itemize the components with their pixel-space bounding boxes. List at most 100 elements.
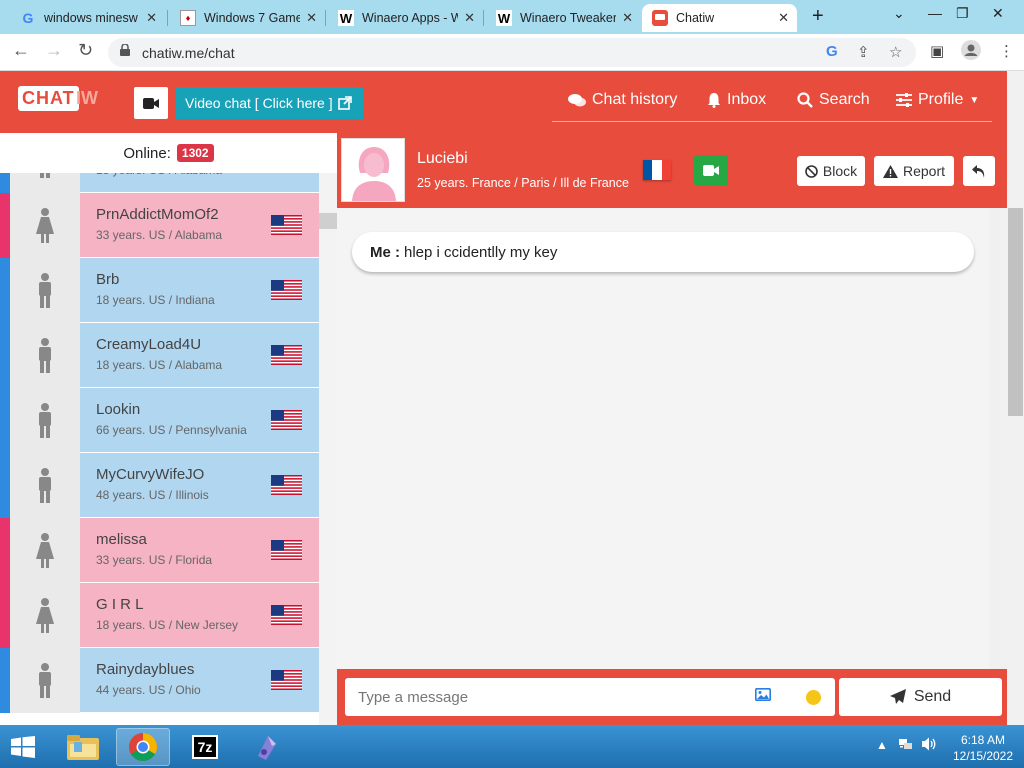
image-upload-icon[interactable]	[755, 688, 771, 701]
7zip-taskbar-button[interactable]: 7z	[178, 728, 232, 766]
tab-label: Winaero Apps - W	[362, 11, 458, 25]
list-item[interactable]: MyCurvyWifeJO 48 years. US / Illinois	[0, 453, 319, 518]
message-text: hlep i ccidentlly my key	[404, 243, 558, 261]
user-name: G I R L	[96, 596, 144, 613]
sidebar-scrollbar[interactable]	[319, 173, 337, 725]
lock-icon	[120, 44, 130, 56]
female-icon	[10, 193, 80, 258]
user-name: Brb	[96, 271, 120, 288]
ban-icon	[805, 164, 818, 178]
app-icon	[258, 736, 276, 760]
list-item[interactable]: Brb 18 years. US / Indiana	[0, 258, 319, 323]
gender-stripe	[0, 388, 10, 453]
chrome-taskbar-button[interactable]	[116, 728, 170, 766]
list-item[interactable]: Lookin 66 years. US / Pennsylvania	[0, 388, 319, 453]
show-hidden-icons-icon[interactable]: ▲	[876, 738, 888, 752]
messages-scrollbar[interactable]	[989, 208, 1007, 669]
windows-logo-icon	[11, 736, 35, 758]
bookmark-star-icon[interactable]: ☆	[889, 43, 902, 61]
user-name: Rainydayblues	[96, 661, 195, 678]
list-item[interactable]: 18 years. US / Alabama	[0, 173, 319, 193]
nav-inbox-label: Inbox	[727, 91, 767, 108]
browser-tab-2[interactable]: ♦ Windows 7 Game ✕	[170, 4, 325, 32]
list-item[interactable]: Rainydayblues 44 years. US / Ohio	[0, 648, 319, 713]
volume-icon[interactable]	[921, 736, 937, 755]
start-video-call-button[interactable]	[694, 155, 728, 186]
chrome-icon	[129, 733, 157, 761]
block-button[interactable]: Block	[797, 156, 865, 186]
google-translate-icon[interactable]: G	[826, 43, 838, 60]
gender-stripe	[0, 173, 10, 193]
user-info: 48 years. US / Illinois	[96, 488, 209, 502]
network-icon[interactable]	[898, 736, 914, 755]
browser-tab-4[interactable]: W Winaero Tweaker ✕	[486, 4, 641, 32]
start-button[interactable]	[0, 728, 46, 766]
gender-stripe	[0, 258, 10, 323]
list-item[interactable]: G I R L 18 years. US / New Jersey	[0, 583, 319, 648]
folder-icon	[67, 735, 99, 760]
us-flag-icon	[271, 475, 302, 495]
share-icon[interactable]: ⇪	[857, 43, 870, 61]
list-item[interactable]: melissa 33 years. US / Florida	[0, 518, 319, 583]
user-info: 33 years. US / Florida	[96, 553, 213, 567]
clock-date: 12/15/2022	[952, 749, 1014, 763]
close-icon[interactable]: ✕	[146, 10, 157, 26]
new-tab-icon[interactable]: +	[812, 5, 824, 28]
back-arrow-icon[interactable]: ←	[12, 40, 30, 61]
url-omnibox[interactable]: chatiw.me/chat G ⇪ ☆	[108, 38, 916, 67]
app-taskbar-button[interactable]	[240, 728, 294, 766]
tab-search-chevron-icon[interactable]: ⌄	[893, 5, 905, 22]
browser-tab-1[interactable]: G windows minesw ✕	[10, 4, 165, 32]
nav-search[interactable]: Search	[797, 91, 870, 109]
list-item[interactable]: CreamyLoad4U 18 years. US / Alabama	[0, 323, 319, 388]
close-icon[interactable]: ✕	[622, 10, 633, 26]
close-window-icon[interactable]: ✕	[992, 5, 1004, 22]
video-camera-button[interactable]	[134, 87, 168, 119]
back-button[interactable]	[963, 156, 995, 186]
video-chat-button[interactable]: Video chat [ Click here ]	[176, 87, 363, 119]
nav-chat-history[interactable]: Chat history	[568, 91, 677, 109]
comments-icon	[568, 93, 586, 106]
send-button[interactable]: Send	[839, 678, 1002, 716]
close-icon[interactable]: ✕	[778, 10, 789, 26]
system-clock[interactable]: 6:18 AM 12/15/2022	[948, 732, 1018, 764]
nav-chat-history-label: Chat history	[592, 91, 678, 108]
report-button[interactable]: Report	[874, 156, 954, 186]
male-icon	[10, 388, 80, 453]
forward-arrow-icon[interactable]: →	[45, 40, 63, 61]
sidebar-scroll-thumb[interactable]	[319, 213, 337, 229]
partner-info: 25 years. France / Paris / Ill de France	[417, 176, 629, 190]
nav-profile[interactable]: Profile ▼	[896, 91, 979, 109]
restore-icon[interactable]: ❐	[956, 5, 969, 22]
file-explorer-button[interactable]	[56, 728, 110, 766]
nav-inbox[interactable]: Inbox	[707, 91, 766, 109]
profile-avatar-icon[interactable]	[961, 40, 981, 64]
user-info: 18 years. US / Indiana	[96, 293, 215, 307]
france-flag-icon	[643, 160, 671, 180]
list-item[interactable]: PrnAddictMomOf2 33 years. US / Alabama	[0, 193, 319, 258]
female-icon	[10, 518, 80, 583]
chatiw-logo[interactable]: CHAT IW	[18, 86, 98, 118]
video-chat-label: Video chat [ Click here ]	[185, 95, 333, 111]
male-icon	[10, 648, 80, 713]
browser-tab-5-active[interactable]: Chatiw ✕	[642, 4, 797, 32]
user-card: Brb 18 years. US / Indiana	[80, 258, 319, 322]
chatiw-icon	[652, 10, 668, 26]
minimize-icon[interactable]: —	[928, 5, 942, 21]
user-name: CreamyLoad4U	[96, 336, 202, 353]
emoji-icon[interactable]	[806, 690, 821, 705]
menu-dots-icon[interactable]: ⋮	[999, 42, 1014, 60]
reload-icon[interactable]: ↻	[78, 40, 93, 61]
page-scroll-thumb[interactable]	[1008, 208, 1023, 416]
side-panel-icon[interactable]: ▣	[930, 42, 944, 60]
messages-area: Me : hlep i ccidentlly my key	[337, 208, 989, 669]
user-info: 33 years. US / Alabama	[96, 228, 223, 242]
partner-avatar[interactable]	[341, 138, 405, 202]
browser-tab-3[interactable]: W Winaero Apps - W ✕	[328, 4, 483, 32]
user-card: PrnAddictMomOf2 33 years. US / Alabama	[80, 193, 319, 257]
close-icon[interactable]: ✕	[464, 10, 475, 26]
partner-name: Luciebi	[417, 150, 468, 167]
close-icon[interactable]: ✕	[306, 10, 317, 26]
site-header: CHAT IW Video chat [ Click here ] Chat h…	[0, 71, 1007, 133]
user-info: 18 years. US / Alabama	[96, 358, 223, 372]
